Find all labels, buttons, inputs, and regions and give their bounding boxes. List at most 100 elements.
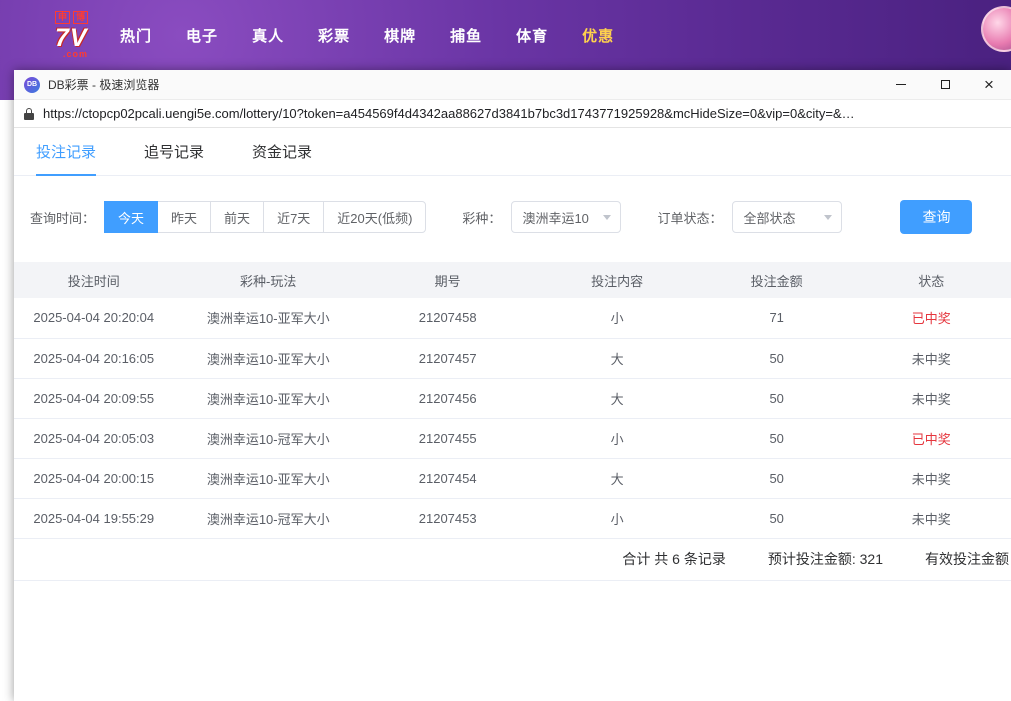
time-range-button[interactable]: 今天 (104, 201, 158, 233)
nav-item[interactable]: 优惠 (582, 25, 614, 46)
bet-status: 未中奖 (851, 338, 1011, 378)
bet-content: 大 (532, 378, 701, 418)
url-text[interactable]: https://ctopcp02pcali.uengi5e.com/lotter… (43, 106, 855, 121)
bet-status: 未中奖 (851, 458, 1011, 498)
filters-bar: 查询时间： 今天昨天前天近7天近20天(低频) 彩种： 澳洲幸运10 订单状态：… (14, 176, 1011, 262)
url-bar[interactable]: https://ctopcp02pcali.uengi5e.com/lotter… (14, 100, 1011, 128)
chevron-down-icon (603, 215, 611, 220)
bet-time: 2025-04-04 20:09:55 (14, 378, 174, 418)
tab[interactable]: 资金记录 (252, 128, 312, 175)
window-titlebar: DB DB彩票 - 极速浏览器 × (14, 70, 1011, 100)
site-header-row: 申博 7V.com 热门 电子 真人 彩票 棋牌 捕鱼 体育 优惠 (0, 0, 1011, 70)
table-row: 2025-04-04 20:09:55 澳洲幸运10-亚军大小 21207456… (14, 378, 1011, 418)
close-button[interactable]: × (967, 70, 1011, 99)
minimize-button[interactable] (879, 70, 923, 99)
nav-item[interactable]: 热门 (120, 25, 152, 46)
table-row: 2025-04-04 20:16:05 澳洲幸运10-亚军大小 21207457… (14, 338, 1011, 378)
minimize-icon (896, 84, 906, 85)
nav-item[interactable]: 捕鱼 (450, 25, 482, 46)
table-row: 2025-04-04 20:05:03 澳洲幸运10-冠军大小 21207455… (14, 418, 1011, 458)
nav-item[interactable]: 真人 (252, 25, 284, 46)
close-icon: × (984, 76, 994, 93)
bet-status: 已中奖 (851, 298, 1011, 338)
table-row: 2025-04-04 20:20:04 澳洲幸运10-亚军大小 21207458… (14, 298, 1011, 338)
bet-content: 大 (532, 458, 701, 498)
bet-issue: 21207458 (363, 298, 532, 338)
table-header-cell: 投注金额 (702, 262, 852, 298)
bet-issue: 21207456 (363, 378, 532, 418)
table-header-cell: 投注内容 (532, 262, 701, 298)
lottery-select[interactable]: 澳洲幸运10 (511, 201, 621, 233)
bet-game: 澳洲幸运10-亚军大小 (174, 378, 363, 418)
window-title: DB彩票 - 极速浏览器 (48, 76, 879, 93)
bet-game: 澳洲幸运10-冠军大小 (174, 418, 363, 458)
bet-issue: 21207453 (363, 498, 532, 538)
bet-amount: 50 (702, 418, 852, 458)
tab[interactable]: 追号记录 (144, 128, 204, 175)
table-row: 2025-04-04 20:00:15 澳洲幸运10-亚军大小 21207454… (14, 458, 1011, 498)
bet-content: 小 (532, 498, 701, 538)
time-range-group: 今天昨天前天近7天近20天(低频) (105, 201, 426, 233)
table-header-row: 投注时间彩种-玩法期号投注内容投注金额状态 (14, 262, 1011, 298)
nav-item[interactable]: 彩票 (318, 25, 350, 46)
time-range-button[interactable]: 前天 (210, 201, 264, 233)
table-header-cell: 期号 (363, 262, 532, 298)
lottery-label: 彩种： (462, 208, 501, 227)
site-logo[interactable]: 申博 7V.com (55, 11, 88, 59)
summary-expected-amount: 预计投注金额: 321 (768, 549, 883, 569)
tab[interactable]: 投注记录 (36, 128, 96, 175)
time-range-button[interactable]: 近7天 (263, 201, 324, 233)
order-status-label: 订单状态： (657, 208, 722, 227)
bet-amount: 50 (702, 378, 852, 418)
bet-status: 未中奖 (851, 378, 1011, 418)
order-status-select-value: 全部状态 (743, 208, 795, 227)
maximize-icon (941, 80, 950, 89)
logo-badge-char: 博 (73, 11, 88, 24)
bet-content: 小 (532, 418, 701, 458)
maximize-button[interactable] (923, 70, 967, 99)
bet-amount: 50 (702, 338, 852, 378)
favicon-icon: DB (24, 77, 40, 93)
table-row: 2025-04-04 19:55:29 澳洲幸运10-冠军大小 21207453… (14, 498, 1011, 538)
nav-item[interactable]: 电子 (186, 25, 218, 46)
lock-icon[interactable] (24, 108, 34, 120)
browser-window: DB DB彩票 - 极速浏览器 × https://ctopcp02pcali.… (14, 70, 1011, 701)
bet-amount: 50 (702, 458, 852, 498)
time-range-button[interactable]: 昨天 (157, 201, 211, 233)
bet-time: 2025-04-04 19:55:29 (14, 498, 174, 538)
logo-main: 7V.com (55, 26, 88, 59)
tabs-bar: 投注记录 追号记录 资金记录 (14, 128, 1011, 176)
search-button[interactable]: 查询 (900, 200, 972, 234)
order-status-select[interactable]: 全部状态 (732, 201, 842, 233)
bet-game: 澳洲幸运10-亚军大小 (174, 338, 363, 378)
bet-issue: 21207457 (363, 338, 532, 378)
bet-game: 澳洲幸运10-亚军大小 (174, 458, 363, 498)
user-avatar[interactable] (981, 6, 1011, 52)
bet-game: 澳洲幸运10-冠军大小 (174, 498, 363, 538)
bet-amount: 71 (702, 298, 852, 338)
query-time-label: 查询时间： (30, 208, 95, 227)
summary-bar: 合计 共 6 条记录 预计投注金额: 321 有效投注金额 (14, 539, 1011, 581)
bet-issue: 21207454 (363, 458, 532, 498)
bet-issue: 21207455 (363, 418, 532, 458)
bet-status: 未中奖 (851, 498, 1011, 538)
bet-status: 已中奖 (851, 418, 1011, 458)
window-controls: × (879, 70, 1011, 99)
time-range-button[interactable]: 近20天(低频) (323, 201, 426, 233)
bet-game: 澳洲幸运10-亚军大小 (174, 298, 363, 338)
logo-badge-char: 申 (55, 11, 70, 24)
bet-time: 2025-04-04 20:20:04 (14, 298, 174, 338)
bet-content: 大 (532, 338, 701, 378)
nav-item[interactable]: 体育 (516, 25, 548, 46)
site-nav: 热门 电子 真人 彩票 棋牌 捕鱼 体育 优惠 (120, 25, 614, 46)
table-header-cell: 状态 (851, 262, 1011, 298)
table-header-cell: 投注时间 (14, 262, 174, 298)
summary-valid-amount: 有效投注金额 (925, 549, 1009, 569)
lottery-select-value: 澳洲幸运10 (522, 208, 588, 227)
summary-total: 合计 共 6 条记录 (622, 549, 725, 569)
logo-badges: 申博 (55, 11, 88, 24)
table-header-cell: 彩种-玩法 (174, 262, 363, 298)
logo-text: 7V (55, 24, 88, 52)
nav-item[interactable]: 棋牌 (384, 25, 416, 46)
bet-amount: 50 (702, 498, 852, 538)
